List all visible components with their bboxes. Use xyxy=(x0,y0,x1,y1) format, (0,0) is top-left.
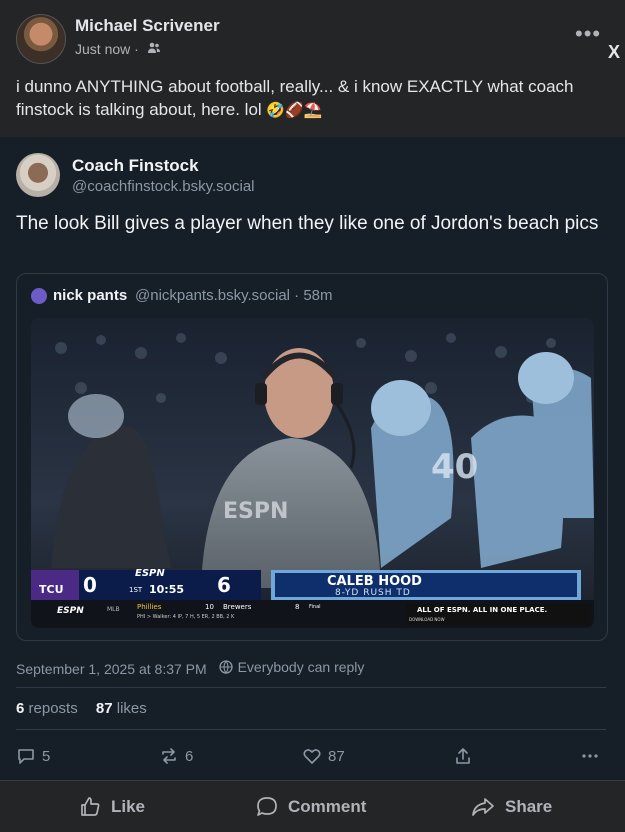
share-arrow-icon xyxy=(472,797,494,816)
post-text: i dunno ANYTHING about football, really.… xyxy=(16,75,606,122)
repost-icon xyxy=(162,748,176,764)
post-date-text: September 1, 2025 at 8:37 PM xyxy=(16,661,207,677)
likes-label: likes xyxy=(116,700,147,717)
embed-author-handle[interactable]: @coachfinstock.bsky.social xyxy=(72,178,255,195)
share-button[interactable] xyxy=(453,744,473,768)
quote-avatar-icon xyxy=(31,288,47,304)
heart-icon xyxy=(303,749,321,764)
ticker-network: ESPN xyxy=(57,606,84,616)
like-action-button[interactable]: Like xyxy=(78,781,145,832)
quote-author-name[interactable]: nick pants xyxy=(53,287,127,304)
repost-count: 6 xyxy=(185,747,194,765)
globe-icon xyxy=(218,660,233,674)
scoreboard-play: 8-YD RUSH TD xyxy=(335,588,411,598)
quoted-post[interactable]: nick pants @nickpants.bsky.social · 58m xyxy=(16,273,608,641)
friends-icon xyxy=(148,42,160,53)
more-options-button[interactable] xyxy=(580,744,600,768)
like-button[interactable]: 87 xyxy=(302,744,345,768)
embed-text: The look Bill gives a player when they l… xyxy=(16,213,599,234)
comment-action-button[interactable]: Comment xyxy=(255,781,366,832)
thumbs-up-icon xyxy=(81,796,100,816)
divider xyxy=(16,729,606,730)
svg-text:40: 40 xyxy=(431,447,478,487)
bluesky-embed-card[interactable]: Coach Finstock @coachfinstock.bsky.socia… xyxy=(0,137,625,780)
reply-setting-text: Everybody can reply xyxy=(237,659,365,675)
reply-setting[interactable]: Everybody can reply xyxy=(218,659,365,675)
post-action-bar: Like Comment Share xyxy=(0,780,625,832)
more-options-icon[interactable]: ••• xyxy=(575,23,601,45)
engagement-stats: 6 reposts 87 likes xyxy=(16,700,147,717)
reposts-stat[interactable]: 6 reposts xyxy=(16,700,78,717)
reply-button[interactable]: 5 xyxy=(16,744,50,768)
close-icon[interactable]: X xyxy=(608,42,620,63)
reposts-count: 6 xyxy=(16,700,25,717)
post-header: Michael Scrivener Just now · ••• X xyxy=(0,0,625,70)
scoreboard-score-right: 6 xyxy=(217,573,231,597)
comment-action-label: Comment xyxy=(288,796,367,816)
ticker-team-2: Brewers xyxy=(223,603,252,611)
ticker-status: Final xyxy=(309,604,321,610)
scoreboard-network: ESPN xyxy=(135,568,165,579)
reply-count: 5 xyxy=(42,747,51,765)
scoreboard-team-left: TCU xyxy=(39,583,64,596)
scoreboard-player-name: CALEB HOOD xyxy=(327,574,422,589)
quote-meta: @nickpants.bsky.social · 58m xyxy=(135,287,333,304)
ticker-team-1: Phillies xyxy=(137,603,162,611)
author-name[interactable]: Michael Scrivener xyxy=(75,16,220,36)
facebook-post: Michael Scrivener Just now · ••• X i dun… xyxy=(0,0,625,832)
likes-stat[interactable]: 87 likes xyxy=(96,700,147,717)
embed-action-row: 5 6 87 xyxy=(16,744,606,768)
scoreboard-quarter: 1ST xyxy=(129,586,143,594)
emoji-group: 🤣🏈⛱️ xyxy=(266,102,323,119)
divider xyxy=(16,687,606,688)
svg-text:ESPN: ESPN xyxy=(223,499,288,524)
promo-subtext: DOWNLOAD NOW xyxy=(409,617,445,622)
share-action-label: Share xyxy=(505,796,553,816)
ticker-score-1: 10 xyxy=(205,603,214,611)
like-action-label: Like xyxy=(111,796,146,816)
avatar[interactable] xyxy=(16,153,60,197)
share-icon xyxy=(456,748,470,764)
ticker-league: MLB xyxy=(107,606,120,613)
scoreboard-score-left: 0 xyxy=(83,573,97,597)
reposts-label: reposts xyxy=(28,700,78,717)
ticker-detail: PHI > Walker: 4 IP, 7 H, 5 ER, 2 BB, 2 K xyxy=(137,614,235,620)
broadcast-image[interactable]: 40 ESPN ESPN TCU 0 1ST 10:55 6 CALEB HOO… xyxy=(31,318,594,628)
ticker-score-2: 8 xyxy=(295,603,300,611)
embed-author-name[interactable]: Coach Finstock xyxy=(72,156,199,176)
share-action-button[interactable]: Share xyxy=(470,781,552,832)
broadcast-scene: 40 ESPN xyxy=(31,318,594,628)
repost-button[interactable]: 6 xyxy=(159,744,193,768)
comment-icon xyxy=(257,796,277,816)
more-icon xyxy=(582,754,598,758)
post-timestamp[interactable]: Just now · xyxy=(75,41,139,57)
scoreboard-clock: 10:55 xyxy=(149,583,185,596)
avatar[interactable] xyxy=(16,14,66,64)
post-date: September 1, 2025 at 8:37 PM Everybody c… xyxy=(16,659,364,677)
promo-text: ALL OF ESPN. ALL IN ONE PLACE. xyxy=(417,606,548,614)
like-count: 87 xyxy=(328,747,345,765)
reply-icon xyxy=(18,749,34,764)
likes-count: 87 xyxy=(95,700,113,717)
